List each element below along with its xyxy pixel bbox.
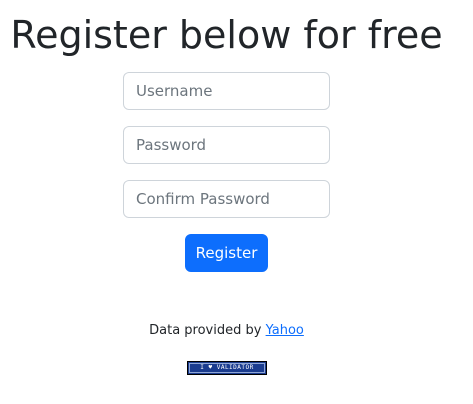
- registration-form: [123, 72, 330, 234]
- validator-badge[interactable]: I ♥ VALIDATOR: [187, 361, 267, 375]
- password-input[interactable]: [123, 126, 330, 164]
- confirm-password-input[interactable]: [123, 180, 330, 218]
- yahoo-link[interactable]: Yahoo: [266, 323, 304, 338]
- page-title: Register below for free: [10, 13, 443, 57]
- register-button[interactable]: Register: [185, 234, 268, 272]
- data-credit: Data provided by Yahoo: [0, 322, 453, 340]
- username-input[interactable]: [123, 72, 330, 110]
- credit-prefix: Data provided by: [149, 323, 266, 338]
